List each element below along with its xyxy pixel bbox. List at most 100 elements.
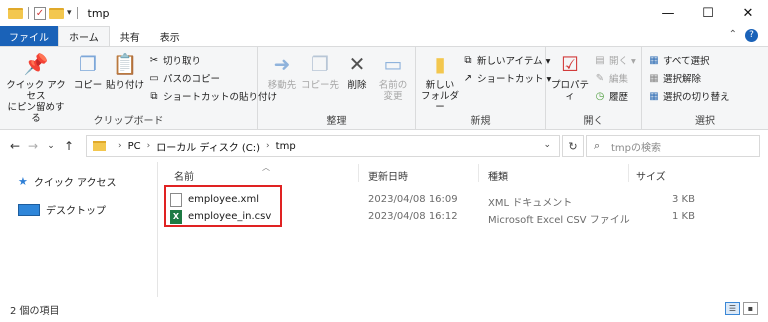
properties-button[interactable]: ☑ プロパティ [550,51,590,103]
breadcrumb-tmp[interactable]: tmp [276,141,296,152]
shortcut-icon: ↗ [463,72,473,84]
copy-to-button[interactable]: ❐ コピー先 [300,51,340,92]
sidebar-item-quick-access[interactable]: ★ クイック アクセス [18,174,117,189]
paste-button[interactable]: 📋 貼り付け [106,51,144,92]
column-divider[interactable] [358,164,359,182]
column-divider[interactable] [478,164,479,182]
column-type[interactable]: 種類 [488,168,508,183]
minimize-button[interactable]: — [648,0,688,26]
navigation-pane: ★ クイック アクセス デスクトップ [0,162,158,297]
search-placeholder: tmpの検索 [611,142,662,154]
move-to-button[interactable]: ➜ 移動先 [264,51,300,92]
tab-home[interactable]: ホーム [58,26,110,46]
history-icon: ◷ [595,90,605,102]
select-none-label: 選択解除 [663,74,702,85]
window-controls: — ☐ ✕ [648,0,768,26]
open-group-label: 開く [583,116,604,127]
large-icons-view-icon[interactable]: ▪ [743,302,758,315]
select-all-icon: ▦ [649,54,659,66]
sidebar-item-label: クイック アクセス [33,178,117,189]
breadcrumb-pc[interactable]: PC [128,141,141,152]
properties-label: プロパティ [550,80,589,102]
column-divider[interactable] [628,164,629,182]
search-icon: ⌕ [594,139,601,152]
cut-button[interactable]: ✂ 切り取り [148,53,202,68]
path-icon: ▭ [149,72,159,84]
select-all-button[interactable]: ▦ すべて選択 [648,53,709,68]
clipboard-group: 📌 クイック アクセス にピン留めする ❐ コピー 📋 貼り付け ✂ 切り取り … [0,47,277,130]
organize-group: ➜ 移動先 ❐ コピー先 ✕ 削除 ▭ 名前の 変更 整理 [258,47,416,130]
recent-locations-icon[interactable]: ⌄ [42,141,60,151]
new-group-label: 新規 [470,116,491,127]
organize-group-label: 整理 [326,116,347,127]
copy-path-button[interactable]: ▭ パスのコピー [148,71,221,86]
copy-path-label: パスのコピー [163,74,221,85]
up-icon[interactable]: ↑ [60,139,78,153]
column-size[interactable]: サイズ [636,168,666,183]
file-size: 1 KB [672,211,695,222]
cut-label: 切り取り [163,56,202,67]
file-date: 2023/04/08 16:09 [368,194,458,205]
properties-icon[interactable]: ✓ [34,6,46,20]
window-title: tmp [87,6,110,20]
maximize-button[interactable]: ☐ [688,0,728,26]
new-item-label: 新しいアイテム ▾ [477,56,551,67]
ribbon-tabs: ファイル ホーム 共有 表示 ⌃ ? [0,26,768,46]
new-folder-icon[interactable] [49,7,64,19]
clipboard-group-label: クリップボード [93,116,164,127]
forward-icon[interactable]: → [24,139,42,153]
back-icon[interactable]: ← [6,139,24,153]
help-icon[interactable]: ? [745,29,758,42]
properties-icon: ☑ [561,51,579,76]
new-folder-icon: ▮ [434,51,446,76]
edit-label: 編集 [609,74,629,85]
copy-button[interactable]: ❐ コピー [72,51,104,92]
chevron-right-icon[interactable]: › [266,141,270,151]
history-button[interactable]: ◷ 履歴 [594,89,628,104]
tab-view[interactable]: 表示 [150,26,190,46]
easy-access-button[interactable]: ↗ ショートカット ▾ [462,71,552,86]
delete-label: 削除 [347,80,367,91]
rename-button[interactable]: ▭ 名前の 変更 [374,51,412,103]
sort-ascending-icon: ︿ [262,163,270,172]
rename-label: 名前の 変更 [378,80,408,102]
sidebar-item-label: デスクトップ [46,206,106,217]
close-button[interactable]: ✕ [728,0,768,26]
invert-selection-button[interactable]: ▦ 選択の切り替え [648,89,730,104]
address-bar[interactable]: › PC › ローカル ディスク (C:) › tmp ⌄ [86,135,560,157]
details-view-icon[interactable]: ☰ [725,302,740,315]
scissors-icon: ✂ [149,54,159,66]
delete-button[interactable]: ✕ 削除 [342,51,372,92]
search-input[interactable]: ⌕ tmpの検索 [586,135,760,157]
select-none-button[interactable]: ▦ 選択解除 [648,71,702,86]
customize-toolbar-icon[interactable]: ▾ [67,8,72,18]
chevron-down-icon[interactable]: ⌄ [543,140,551,150]
select-group: ▦ すべて選択 ▦ 選択解除 ▦ 選択の切り替え 選択 [642,47,768,130]
tab-file[interactable]: ファイル [0,26,58,46]
copy-label: コピー [73,80,103,91]
chevron-right-icon[interactable]: › [147,141,151,151]
chevron-right-icon[interactable]: › [118,141,122,151]
new-item-icon: ⧉ [464,54,472,66]
invert-selection-label: 選択の切り替え [663,92,730,103]
new-item-button[interactable]: ⧉ 新しいアイテム ▾ [462,53,551,68]
column-name[interactable]: 名前 [174,168,194,183]
new-folder-label: 新しい フォルダー [420,80,459,113]
sidebar-item-desktop[interactable]: デスクトップ [18,202,106,217]
breadcrumb-local-disk[interactable]: ローカル ディスク (C:) [156,139,260,154]
invert-selection-icon: ▦ [649,90,659,102]
edit-button[interactable]: ✎ 編集 [594,71,629,86]
shortcut-label: ショートカット ▾ [477,74,552,85]
shortcut-paste-icon: ⧉ [150,90,158,102]
collapse-ribbon-icon[interactable]: ⌃ [729,29,737,42]
new-folder-button[interactable]: ▮ 新しい フォルダー [420,51,460,114]
column-date[interactable]: 更新日時 [368,168,408,183]
tab-share[interactable]: 共有 [110,26,150,46]
open-button[interactable]: ▤ 開く ▾ [594,53,636,68]
view-switcher: ☰ ▪ [725,302,758,315]
refresh-button[interactable]: ↻ [562,135,584,157]
status-bar: 2 個の項目 ☰ ▪ [0,297,768,322]
open-icon: ▤ [595,54,605,66]
ribbon: 📌 クイック アクセス にピン留めする ❐ コピー 📋 貼り付け ✂ 切り取り … [0,46,768,130]
toolbar-separator [28,7,29,19]
